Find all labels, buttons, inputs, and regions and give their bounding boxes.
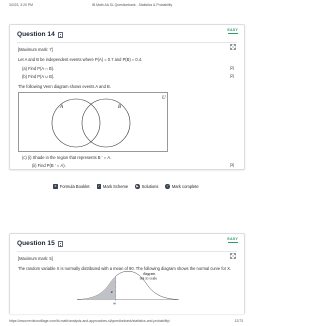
diagram-note-2: not to scale <box>140 277 158 281</box>
part-a: (a) Find P(A ∩ B). <box>22 66 55 71</box>
diagram-note-1: diagram <box>143 272 156 276</box>
question-14-title: Question 14 <box>17 31 55 38</box>
formula-booklet-button[interactable]: ≡ Formula Booklet <box>53 183 90 189</box>
print-url[interactable]: https://www.revisionvillage.com/ib-math/… <box>9 319 170 323</box>
expand-icon[interactable] <box>230 253 236 259</box>
question-15-header: Question 15 <box>17 240 63 247</box>
document-icon[interactable] <box>57 31 63 38</box>
print-datetime: 3/2/23, 3:20 PM <box>9 3 33 7</box>
venn-label-b: B <box>118 105 121 110</box>
max-mark: [Maximum mark: 7] <box>18 47 53 52</box>
print-tab-title: IB Math AA SL Questionbank - Statistics … <box>92 3 173 7</box>
region-label: R <box>110 290 113 294</box>
difficulty-badge: EASY <box>227 28 238 32</box>
expand-icon[interactable] <box>230 44 236 50</box>
solutions-icon: ▶ <box>135 183 140 189</box>
venn-intro: The following Venn diagram shows events … <box>18 84 111 89</box>
question-toolbar: ≡ Formula Booklet ✓ Mark Scheme ▶ Soluti… <box>0 182 252 191</box>
question-15-title: Question 15 <box>17 240 55 247</box>
part-c-marks: [3] <box>229 163 234 167</box>
venn-label-u: U <box>162 96 166 101</box>
part-a-marks: [2] <box>229 66 234 70</box>
mark-complete-button[interactable]: ✓ Mark complete <box>165 183 199 189</box>
part-c-i: (c) (i) Shade in the region that represe… <box>22 155 112 160</box>
mark-complete-icon: ✓ <box>165 183 170 189</box>
part-c-ii: (ii) Find P(B ′ ∩ A). <box>32 163 66 168</box>
normal-curve <box>77 271 179 300</box>
mark-complete-label: Mark complete <box>171 184 199 189</box>
difficulty-badge: EASY <box>227 237 238 241</box>
part-b-marks: [2] <box>229 74 234 78</box>
normal-curve-diagram: R 84 diagram not to scale <box>77 271 179 306</box>
x-value-label: 84 <box>113 303 116 306</box>
document-icon[interactable] <box>57 240 63 247</box>
formula-booklet-icon: ≡ <box>53 183 58 189</box>
mark-scheme-icon: ✓ <box>96 183 101 189</box>
venn-diagram: U A B <box>18 92 168 152</box>
part-b: (b) Find P(A ∪ B). <box>22 74 55 79</box>
solutions-label: Solutions <box>141 184 159 189</box>
question-intro: Let A and B be independent events where … <box>18 57 143 62</box>
print-page-count: 12/73 <box>234 319 244 323</box>
mark-scheme-button[interactable]: ✓ Mark Scheme <box>96 183 129 189</box>
venn-universe-box <box>18 92 168 152</box>
question-14-card: Question 14 EASY [Maximum mark: 7] Let A… <box>9 24 245 170</box>
solutions-button[interactable]: ▶ Solutions <box>135 184 158 189</box>
max-mark: [Maximum mark: 5] <box>18 256 53 261</box>
shaded-region-r <box>77 275 116 300</box>
question-14-header: Question 14 <box>17 31 63 38</box>
formula-booklet-label: Formula Booklet <box>59 184 90 189</box>
mark-scheme-label: Mark Scheme <box>102 184 129 189</box>
